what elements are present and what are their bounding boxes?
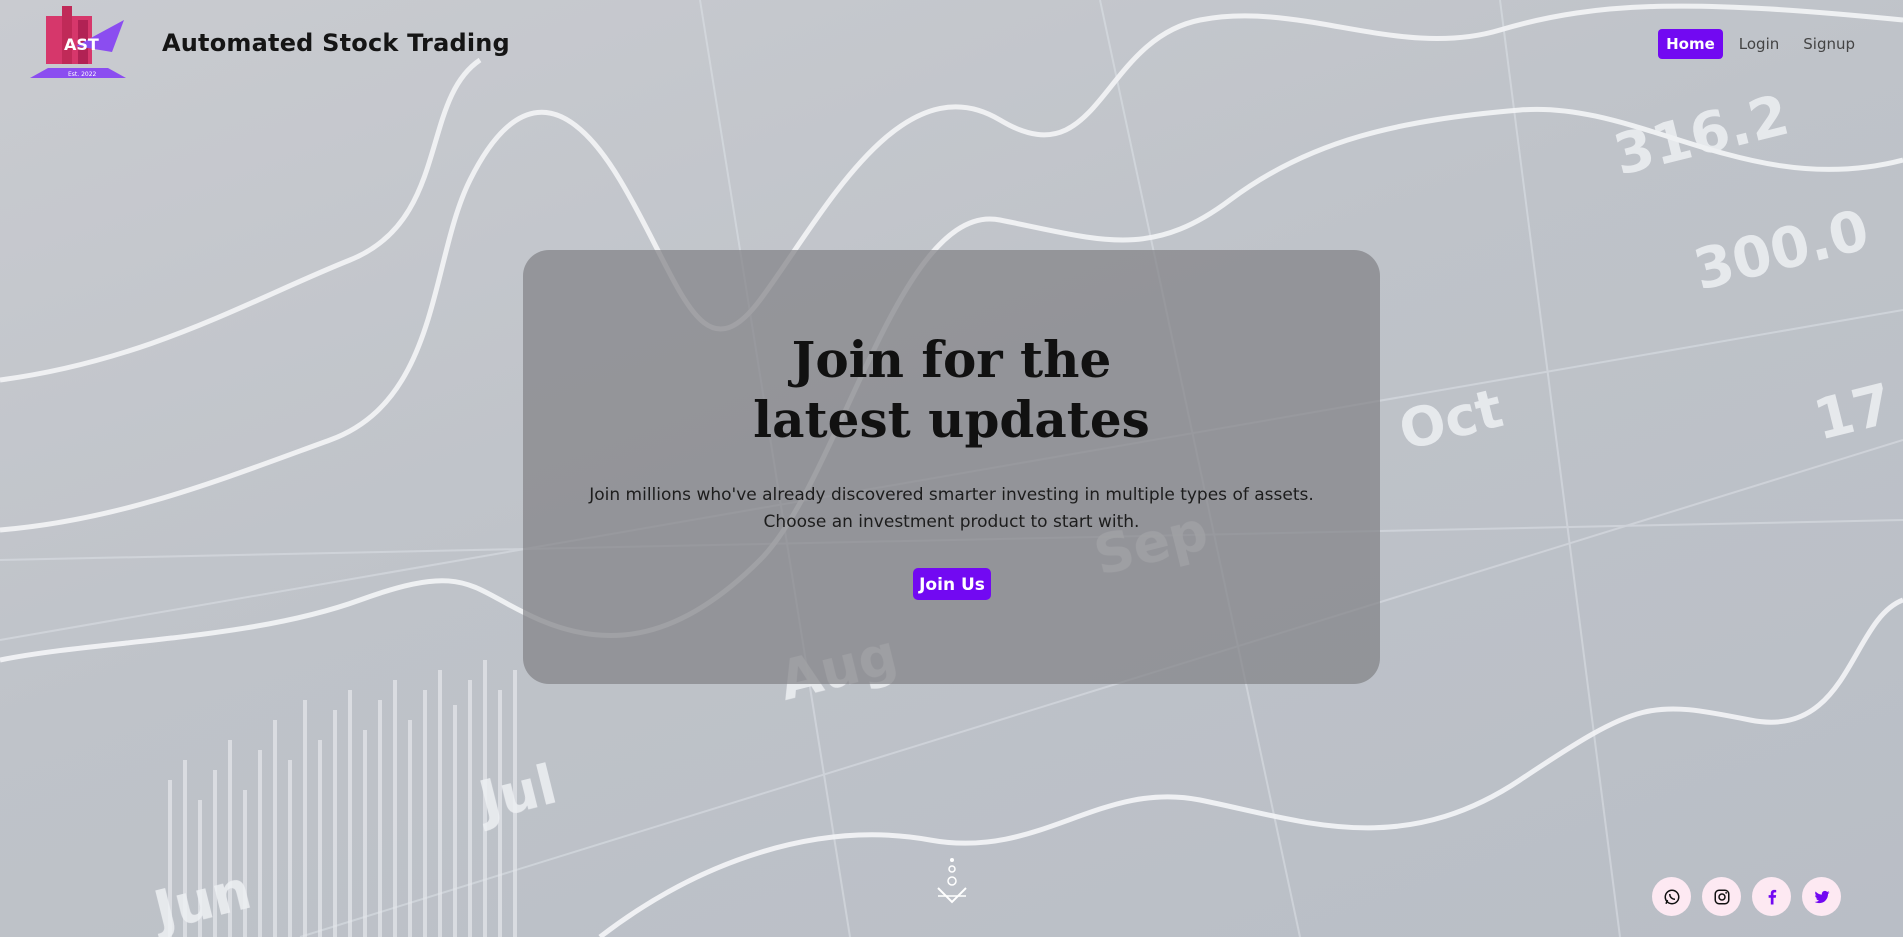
hero-card: Join for the latest updates Join million…	[523, 250, 1380, 684]
hero-line-1: Join millions who've already discovered …	[589, 485, 1314, 505]
scroll-down-icon[interactable]	[934, 856, 970, 912]
hero-line-2: Choose an investment product to start wi…	[763, 512, 1140, 532]
brand-link[interactable]: AST Est. 2022 Automated Stock Trading	[28, 6, 510, 80]
svg-text:17: 17	[1808, 372, 1899, 454]
svg-text:300.0: 300.0	[1688, 198, 1876, 304]
ast-logo: AST Est. 2022	[28, 6, 128, 80]
logo-text: AST	[64, 35, 99, 54]
whatsapp-icon[interactable]	[1652, 877, 1691, 916]
social-links	[1652, 877, 1841, 916]
nav-links: Home Login Signup	[1658, 29, 1863, 59]
logo-subtext: Est. 2022	[68, 71, 97, 78]
nav-login-link[interactable]: Login	[1731, 29, 1787, 59]
svg-text:316.2: 316.2	[1608, 83, 1796, 189]
twitter-icon[interactable]	[1802, 877, 1841, 916]
join-us-button[interactable]: Join Us	[913, 568, 991, 600]
hero-title: Join for the latest updates	[753, 330, 1150, 449]
navbar: AST Est. 2022 Automated Stock Trading Ho…	[0, 0, 1903, 90]
brand-name: Automated Stock Trading	[162, 29, 510, 57]
svg-text:Jun: Jun	[144, 858, 257, 937]
facebook-icon[interactable]	[1752, 877, 1791, 916]
instagram-icon[interactable]	[1702, 877, 1741, 916]
nav-home-link[interactable]: Home	[1658, 29, 1723, 59]
hero-description: Join millions who've already discovered …	[523, 482, 1380, 536]
nav-signup-link[interactable]: Signup	[1795, 29, 1863, 59]
svg-text:Oct: Oct	[1393, 376, 1509, 462]
